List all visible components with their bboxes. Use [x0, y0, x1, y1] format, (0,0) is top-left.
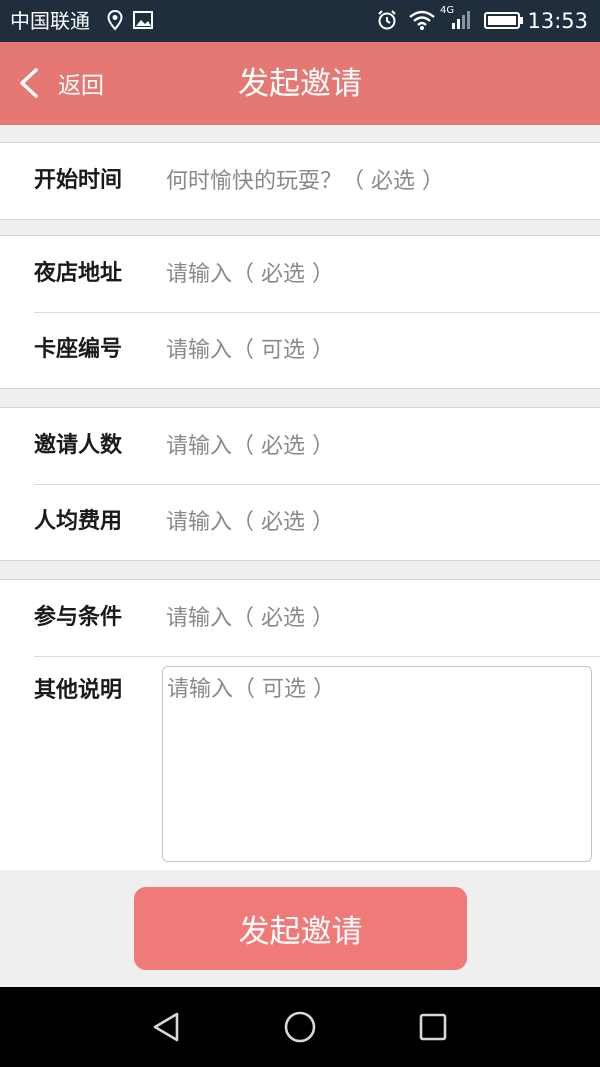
image-icon	[133, 11, 153, 29]
form-row-cost-per-person: 人均费用	[0, 484, 600, 560]
form-group-details: 参与条件 其他说明	[0, 579, 600, 870]
form-row-start-time: 开始时间	[0, 143, 600, 219]
submit-invite-button[interactable]: 发起邀请	[134, 887, 467, 970]
conditions-label: 参与条件	[34, 605, 123, 630]
signal-icon	[452, 11, 470, 29]
title-bar: 返回 发起邀请	[0, 42, 600, 125]
cost-per-person-label: 人均费用	[34, 509, 123, 534]
start-time-label: 开始时间	[34, 168, 123, 193]
carrier-name: 中国联通	[10, 9, 90, 33]
form-row-invite-count: 邀请人数	[0, 408, 600, 484]
invite-count-input[interactable]	[166, 408, 586, 484]
status-bar: 中国联通 4G 13:53	[0, 0, 600, 42]
booth-number-input[interactable]	[166, 312, 586, 388]
club-address-label: 夜店地址	[34, 261, 123, 286]
location-icon	[107, 9, 123, 31]
other-notes-label: 其他说明	[34, 678, 123, 703]
form-row-club-address: 夜店地址	[0, 236, 600, 312]
booth-number-label: 卡座编号	[34, 337, 123, 362]
wifi-icon	[409, 10, 435, 30]
battery-icon	[484, 12, 523, 29]
form-row-other-notes: 其他说明	[0, 656, 600, 870]
form-group-venue: 夜店地址 卡座编号	[0, 235, 600, 389]
recents-square-icon[interactable]	[413, 1007, 453, 1047]
alarm-icon	[378, 10, 396, 30]
form-row-booth-number: 卡座编号	[0, 312, 600, 388]
home-circle-icon[interactable]	[280, 1007, 320, 1047]
back-triangle-icon[interactable]	[147, 1007, 187, 1047]
invite-count-label: 邀请人数	[34, 433, 123, 458]
start-time-input[interactable]	[166, 143, 586, 219]
other-notes-textarea[interactable]	[162, 666, 592, 862]
form-group-people: 邀请人数 人均费用	[0, 407, 600, 561]
club-address-input[interactable]	[166, 236, 586, 312]
form-row-conditions: 参与条件	[0, 580, 600, 656]
cost-per-person-input[interactable]	[166, 484, 586, 560]
form-group-time: 开始时间	[0, 142, 600, 220]
conditions-input[interactable]	[166, 580, 586, 656]
clock: 13:53	[527, 9, 588, 33]
page-title: 发起邀请	[238, 66, 362, 102]
system-nav-bar	[0, 987, 600, 1067]
